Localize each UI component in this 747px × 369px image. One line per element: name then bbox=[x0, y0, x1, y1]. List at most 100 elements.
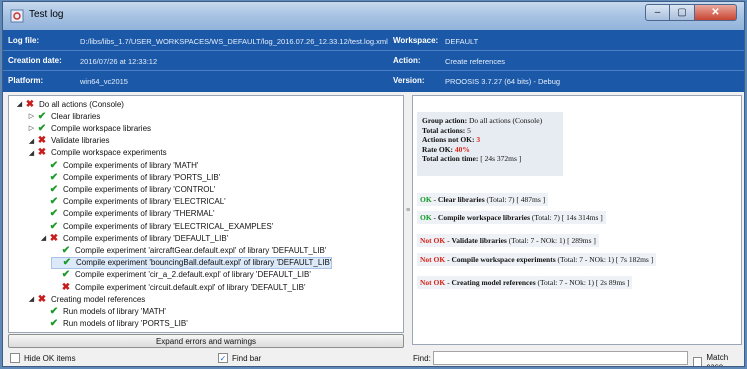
tree-item[interactable]: ✔ Compile experiments of library 'PORTS_L… bbox=[39, 171, 220, 183]
report-detail: (Total: 7 - NOk: 1) [ 2s 89ms ] bbox=[537, 278, 630, 287]
tree-item-label: Compile experiments of library 'ELECTRIC… bbox=[63, 197, 226, 207]
tree-item[interactable]: ✔ Compile experiment 'bouncingBall.defaul… bbox=[51, 256, 333, 269]
tree-item[interactable]: ✖ Compile experiment 'circuit.default.exp… bbox=[51, 281, 306, 293]
report-status: OK bbox=[420, 195, 432, 204]
title-bar[interactable]: Test log – ▢ ✕ bbox=[3, 2, 744, 30]
tree-item-label: Run models of library 'PORTS_LIB' bbox=[63, 319, 188, 329]
report-status: Not OK bbox=[420, 236, 446, 245]
creation-date-label: Creation date: bbox=[8, 56, 62, 65]
expand-errors-button[interactable]: Expand errors and warnings bbox=[8, 334, 404, 348]
group-action-value: Do all actions (Console) bbox=[468, 116, 543, 125]
bottom-bar: Hide OK items ✓ Find bar Find: Match cas… bbox=[3, 351, 744, 366]
action-tree[interactable]: ◢ ✖ Do all actions (Console) ▷ ✔ Clear librar… bbox=[8, 95, 404, 333]
close-icon: ✕ bbox=[711, 7, 720, 18]
check-icon: ✔ bbox=[49, 305, 59, 317]
report-line: Not OK - Validate libraries (Total: 7 - … bbox=[417, 234, 599, 247]
version-value: PROOSIS 3.7.27 (64 bits) - Debug bbox=[445, 77, 561, 86]
tree-item-label: Clear libraries bbox=[51, 111, 101, 121]
match-case-box[interactable] bbox=[693, 357, 703, 366]
expanded-arrow-icon[interactable]: ◢ bbox=[39, 234, 48, 242]
tree-item[interactable]: ✔ Compile experiments of library 'CONTROL… bbox=[39, 183, 216, 195]
maximize-icon: ▢ bbox=[677, 7, 687, 18]
report-detail: (Total: 7 - NOk: 1) [ 289ms ] bbox=[508, 236, 596, 245]
tree-item[interactable]: ◢ ✖ Compile workspace experiments bbox=[27, 147, 167, 159]
minimize-button[interactable]: – bbox=[645, 4, 670, 21]
tree-item[interactable]: ✔ Compile experiment 'aircraftGear.defaul… bbox=[51, 244, 327, 256]
tree-item-label: Compile experiment 'bouncingBall.default… bbox=[76, 258, 332, 268]
cross-icon: ✖ bbox=[37, 147, 47, 159]
check-icon[interactable]: ✓ bbox=[218, 353, 228, 363]
tree-item-label: Compile experiments of library 'MATH' bbox=[63, 160, 199, 170]
tree-item-label: Compile experiments of library 'ELECTRIC… bbox=[63, 221, 274, 231]
tree-item[interactable]: ✔ Compile experiments of library 'MATH' bbox=[39, 159, 199, 171]
tree-item[interactable]: ✔ Compile experiment 'cir_a_2.default.exp… bbox=[51, 269, 311, 281]
action-value: Create references bbox=[445, 57, 506, 66]
action-label: Action: bbox=[393, 56, 421, 65]
find-input[interactable] bbox=[433, 351, 688, 365]
group-action-label: Group action: bbox=[422, 116, 468, 125]
collapsed-arrow-icon[interactable]: ▷ bbox=[27, 112, 36, 120]
report-action: Compile workspace experiments bbox=[451, 255, 556, 264]
total-actions-label: Total actions: bbox=[422, 125, 466, 135]
cross-icon: ✖ bbox=[37, 135, 47, 147]
hide-ok-checkbox[interactable]: Hide OK items bbox=[10, 353, 76, 363]
tree-item-label: Compile experiments of library 'PORTS_LI… bbox=[63, 172, 221, 182]
rate-ok-value: 40% bbox=[454, 144, 470, 154]
tree-item-label: Creating model references bbox=[51, 294, 146, 304]
tree-item-label: Compile experiments of library 'CONTROL' bbox=[63, 184, 216, 194]
tree-item[interactable]: ◢ ✖ Validate libraries bbox=[27, 135, 110, 147]
report-status: Not OK bbox=[420, 255, 446, 264]
cross-icon: ✖ bbox=[25, 98, 35, 110]
tree-item[interactable]: ▷ ✔ Clear libraries bbox=[27, 110, 101, 122]
rate-ok-label: Rate OK: bbox=[422, 144, 454, 154]
creation-date-value: 2016/07/26 at 12:33:12 bbox=[80, 57, 158, 66]
report-status: OK bbox=[420, 213, 432, 222]
report-action: Compile workspace libraries bbox=[437, 213, 530, 222]
check-icon: ✔ bbox=[49, 183, 59, 195]
tree-item[interactable]: ◢ ✖ Compile experiments of library 'DEFAUL… bbox=[39, 232, 228, 244]
collapsed-arrow-icon[interactable]: ▷ bbox=[27, 124, 36, 132]
report-action: Creating model references bbox=[451, 278, 536, 287]
cross-icon: ✖ bbox=[49, 232, 59, 244]
version-label: Version: bbox=[393, 76, 425, 85]
tree-item[interactable]: ✔ Compile experiments of library 'THERMAL… bbox=[39, 208, 215, 220]
check-icon: ✔ bbox=[49, 208, 59, 220]
tree-item[interactable]: ✔ Run models of library 'MATH' bbox=[39, 305, 166, 317]
hide-ok-label: Hide OK items bbox=[24, 353, 76, 363]
report-line: Not OK - Compile workspace experiments (… bbox=[417, 253, 657, 266]
report-detail: (Total: 7 - NOk: 1) [ 7s 182ms ] bbox=[557, 255, 654, 264]
actions-not-ok-value: 3 bbox=[476, 135, 481, 144]
find-bar-label: Find bar bbox=[232, 353, 262, 363]
tree-item[interactable]: ◢ ✖ Do all actions (Console) bbox=[15, 98, 124, 110]
expanded-arrow-icon[interactable]: ◢ bbox=[27, 137, 36, 145]
expanded-arrow-icon[interactable]: ◢ bbox=[27, 295, 36, 303]
tree-item-label: Validate libraries bbox=[51, 136, 110, 146]
window-title: Test log bbox=[29, 9, 64, 20]
report-action: Clear libraries bbox=[437, 195, 485, 204]
maximize-button[interactable]: ▢ bbox=[670, 4, 695, 21]
expanded-arrow-icon[interactable]: ◢ bbox=[15, 100, 24, 108]
pane-splitter[interactable]: ≡ bbox=[405, 95, 411, 333]
app-icon bbox=[10, 9, 24, 23]
find-bar-checkbox[interactable]: ✓ Find bar bbox=[218, 353, 261, 363]
log-file-value: D:/libs/libs_1.7/USER_WORKSPACES/WS_DEFA… bbox=[80, 37, 388, 46]
log-file-label: Log file: bbox=[8, 36, 40, 45]
tree-item[interactable]: ▷ ✔ Compile workspace libraries bbox=[27, 122, 151, 134]
tree-item[interactable]: ◢ ✖ Creating model references bbox=[27, 293, 145, 305]
report-line: Not OK - Creating model references (Tota… bbox=[417, 276, 633, 289]
report-action: Validate libraries bbox=[451, 236, 507, 245]
tree-item-label: Compile experiments of library 'THERMAL' bbox=[63, 209, 215, 219]
tree-item-label: Compile experiment 'aircraftGear.default… bbox=[75, 245, 327, 255]
check-icon: ✔ bbox=[61, 244, 71, 256]
check-icon: ✔ bbox=[62, 257, 72, 269]
tree-item[interactable]: ✔ Compile experiments of library 'ELECTRI… bbox=[39, 196, 226, 208]
total-actions-value: 5 bbox=[467, 125, 471, 135]
workspace-label: Workspace: bbox=[393, 36, 439, 45]
match-case-checkbox[interactable]: Match case bbox=[693, 353, 744, 366]
tree-item-label: Do all actions (Console) bbox=[39, 99, 124, 109]
hide-ok-box[interactable] bbox=[10, 353, 20, 363]
tree-item[interactable]: ✔ Compile experiments of library 'ELECTRI… bbox=[39, 220, 273, 232]
close-button[interactable]: ✕ bbox=[695, 4, 737, 21]
expanded-arrow-icon[interactable]: ◢ bbox=[27, 149, 36, 157]
tree-item[interactable]: ✔ Run models of library 'PORTS_LIB' bbox=[39, 318, 188, 330]
